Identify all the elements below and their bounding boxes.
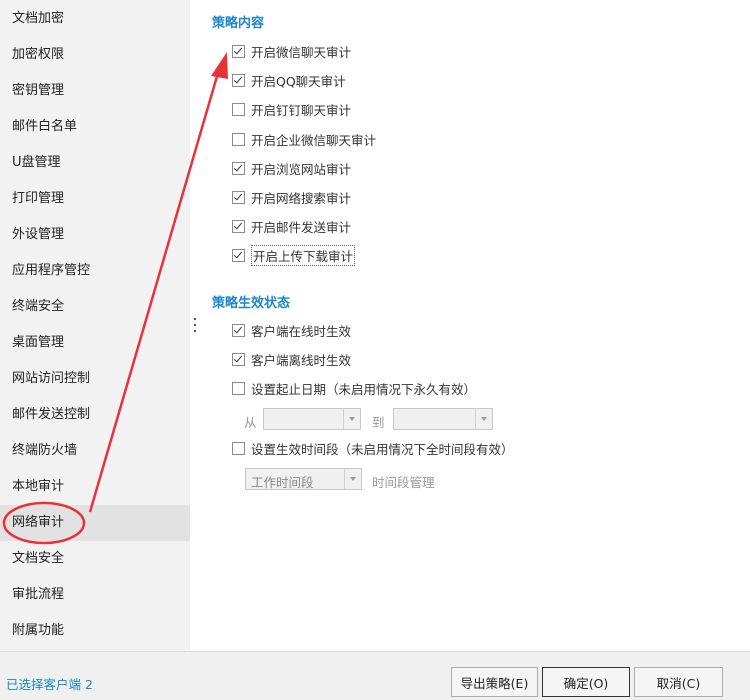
sidebar-item-web-access[interactable]: 网站访问控制 — [0, 361, 190, 397]
option-dingtalk-audit[interactable]: 开启钉钉聊天审计 — [232, 99, 351, 119]
checkbox[interactable] — [232, 44, 245, 58]
sidebar-item-approval[interactable]: 审批流程 — [0, 577, 190, 613]
sidebar-item-encrypt-perm[interactable]: 加密权限 — [0, 37, 190, 73]
checkbox[interactable] — [232, 323, 245, 337]
option-search-audit[interactable]: 开启网络搜索审计 — [232, 187, 351, 207]
chevron-down-icon — [344, 469, 361, 489]
checkbox[interactable] — [232, 352, 245, 366]
option-label: 开启上传下载审计 — [251, 244, 356, 266]
splitter-handle[interactable] — [194, 318, 197, 332]
option-wecom-audit[interactable]: 开启企业微信聊天审计 — [232, 129, 376, 149]
option-time-range[interactable]: 设置生效时间段（未启用情况下全时间段有效） — [232, 438, 514, 458]
checkbox[interactable] — [232, 248, 245, 262]
option-label: 开启企业微信聊天审计 — [251, 132, 377, 148]
option-label: 设置起止日期（未启用情况下永久有效） — [251, 381, 477, 397]
option-offline-effect[interactable]: 客户端离线时生效 — [232, 349, 351, 369]
cancel-button[interactable]: 取消(C) — [634, 667, 723, 697]
option-label: 开启邮件发送审计 — [251, 219, 352, 235]
sidebar-item-peripheral[interactable]: 外设管理 — [0, 217, 190, 253]
time-period-manage-link[interactable]: 时间段管理 — [372, 472, 435, 491]
option-date-range[interactable]: 设置起止日期（未启用情况下永久有效） — [232, 378, 476, 398]
option-label: 开启钉钉聊天审计 — [251, 102, 352, 118]
checkbox[interactable] — [232, 441, 245, 455]
option-online-effect[interactable]: 客户端在线时生效 — [232, 320, 351, 340]
sidebar-item-firewall[interactable]: 终端防火墙 — [0, 433, 190, 469]
sidebar: 文档加密 加密权限 密钥管理 邮件白名单 U盘管理 打印管理 外设管理 应用程序… — [0, 0, 190, 651]
chevron-down-icon — [475, 409, 492, 429]
from-date-select[interactable] — [263, 408, 361, 430]
sidebar-item-doc-security[interactable]: 文档安全 — [0, 541, 190, 577]
checkbox[interactable] — [232, 219, 245, 233]
sidebar-item-terminal-security[interactable]: 终端安全 — [0, 289, 190, 325]
checkbox[interactable] — [232, 190, 245, 204]
option-wechat-audit[interactable]: 开启微信聊天审计 — [232, 41, 351, 61]
footer-bar: 已选择客户端 2 导出策略(E) 确定(O) 取消(C) — [0, 651, 750, 700]
option-qq-audit[interactable]: 开启QQ聊天审计 — [232, 70, 346, 90]
export-strategy-button[interactable]: 导出策略(E) — [451, 667, 538, 697]
checkbox[interactable] — [232, 102, 245, 116]
sidebar-item-mail-send[interactable]: 邮件发送控制 — [0, 397, 190, 433]
option-label: 开启网络搜索审计 — [251, 190, 352, 206]
section-title-effect: 策略生效状态 — [212, 296, 291, 311]
sidebar-item-desktop-manage[interactable]: 桌面管理 — [0, 325, 190, 361]
sidebar-item-network-audit[interactable]: 网络审计 — [0, 505, 190, 541]
option-label: 开启微信聊天审计 — [251, 44, 352, 60]
option-label: 客户端离线时生效 — [251, 352, 352, 368]
sidebar-item-key-manage[interactable]: 密钥管理 — [0, 73, 190, 109]
selected-clients-link[interactable]: 已选择客户端 2 — [6, 674, 93, 693]
to-label: 到 — [372, 415, 385, 430]
sidebar-item-doc-encrypt[interactable]: 文档加密 — [0, 1, 190, 37]
option-upload-audit[interactable]: 开启上传下载审计 — [232, 244, 356, 266]
option-mail-audit[interactable]: 开启邮件发送审计 — [232, 216, 351, 236]
checkbox[interactable] — [232, 161, 245, 175]
option-label: 客户端在线时生效 — [251, 323, 352, 339]
sidebar-item-app-control[interactable]: 应用程序管控 — [0, 253, 190, 289]
sidebar-item-print-manage[interactable]: 打印管理 — [0, 181, 190, 217]
section-title-strategy: 策略内容 — [212, 16, 265, 31]
sidebar-item-mail-whitelist[interactable]: 邮件白名单 — [0, 109, 190, 145]
option-label: 设置生效时间段（未启用情况下全时间段有效） — [251, 441, 514, 457]
to-date-select[interactable] — [393, 408, 493, 430]
option-browse-audit[interactable]: 开启浏览网站审计 — [232, 158, 351, 178]
sidebar-item-auxiliary[interactable]: 附属功能 — [0, 613, 190, 649]
time-period-value: 工作时间段 — [251, 475, 314, 490]
ok-button[interactable]: 确定(O) — [542, 667, 630, 697]
checkbox[interactable] — [232, 381, 245, 395]
sidebar-item-usb-manage[interactable]: U盘管理 — [0, 145, 190, 181]
time-period-select[interactable]: 工作时间段 — [245, 468, 362, 490]
checkbox[interactable] — [232, 132, 245, 146]
option-label: 开启QQ聊天审计 — [251, 73, 346, 89]
sidebar-item-local-audit[interactable]: 本地审计 — [0, 469, 190, 505]
from-label: 从 — [244, 415, 257, 430]
checkbox[interactable] — [232, 73, 245, 87]
main-panel: 策略内容 开启微信聊天审计 开启QQ聊天审计 开启钉钉聊天审计 开启企业微信聊天… — [190, 0, 750, 651]
chevron-down-icon — [343, 409, 360, 429]
option-label: 开启浏览网站审计 — [251, 161, 352, 177]
